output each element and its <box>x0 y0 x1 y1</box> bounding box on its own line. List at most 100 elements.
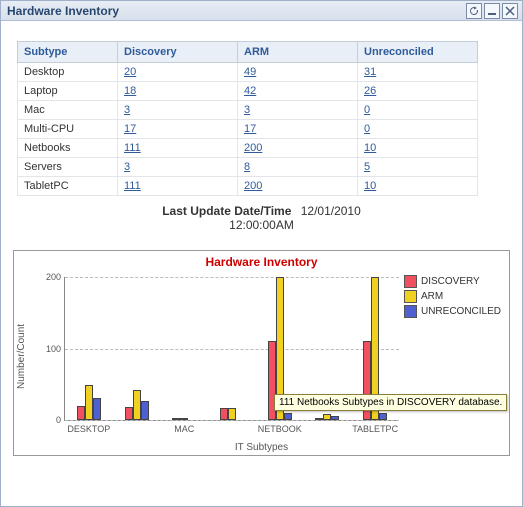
table-row: Multi-CPU 17 17 0 <box>18 120 478 139</box>
bar-arm[interactable] <box>85 385 93 420</box>
cell-subtype: Netbooks <box>18 139 118 158</box>
link-discovery[interactable]: 17 <box>124 123 136 135</box>
bar-unreconciled[interactable] <box>331 416 339 420</box>
chart-legend: DISCOVERY ARM UNRECONCILED <box>404 275 501 320</box>
link-arm[interactable]: 17 <box>244 123 256 135</box>
link-arm[interactable]: 49 <box>244 66 256 78</box>
bar-arm[interactable] <box>323 414 331 420</box>
cell-subtype: Servers <box>18 158 118 177</box>
cell-arm: 49 <box>238 63 358 82</box>
last-update-time: 12:00:00AM <box>229 218 294 232</box>
link-unreconciled[interactable]: 5 <box>364 161 370 173</box>
table-row: Netbooks 111 200 10 <box>18 139 478 158</box>
link-unreconciled[interactable]: 10 <box>364 180 376 192</box>
close-icon[interactable] <box>502 3 518 19</box>
link-unreconciled[interactable]: 0 <box>364 104 370 116</box>
cell-unreconciled: 5 <box>358 158 478 177</box>
link-arm[interactable]: 3 <box>244 104 250 116</box>
cell-discovery: 111 <box>118 177 238 196</box>
bar-discovery[interactable] <box>77 406 85 420</box>
x-tick: TABLETPC <box>352 424 398 434</box>
refresh-icon[interactable] <box>466 3 482 19</box>
col-arm[interactable]: ARM <box>238 42 358 63</box>
cell-subtype: Desktop <box>18 63 118 82</box>
table-row: Laptop 18 42 26 <box>18 82 478 101</box>
hardware-inventory-panel: Hardware Inventory Subtype Discovery ARM… <box>0 0 523 507</box>
x-tick: MAC <box>174 424 194 434</box>
link-discovery[interactable]: 111 <box>124 142 141 154</box>
panel-title: Hardware Inventory <box>7 4 464 18</box>
cell-arm: 42 <box>238 82 358 101</box>
link-arm[interactable]: 42 <box>244 85 256 97</box>
bar-unreconciled[interactable] <box>284 413 292 420</box>
link-unreconciled[interactable]: 10 <box>364 142 376 154</box>
cell-subtype: Laptop <box>18 82 118 101</box>
bar-arm[interactable] <box>180 418 188 420</box>
panel-titlebar: Hardware Inventory <box>1 1 522 21</box>
table-row: Servers 3 8 5 <box>18 158 478 177</box>
bar-unreconciled[interactable] <box>379 413 387 420</box>
bar-discovery[interactable] <box>125 407 133 420</box>
link-discovery[interactable]: 111 <box>124 180 141 192</box>
cell-subtype: TabletPC <box>18 177 118 196</box>
link-discovery[interactable]: 3 <box>124 104 130 116</box>
cell-arm: 3 <box>238 101 358 120</box>
gridline <box>65 277 399 278</box>
chart-tooltip: 111 Netbooks Subtypes in DISCOVERY datab… <box>274 394 507 411</box>
legend-label: ARM <box>421 291 443 302</box>
x-tick: NETBOOK <box>258 424 302 434</box>
y-tick: 0 <box>35 415 61 425</box>
link-discovery[interactable]: 3 <box>124 161 130 173</box>
legend-swatch <box>404 305 417 318</box>
col-discovery[interactable]: Discovery <box>118 42 238 63</box>
link-unreconciled[interactable]: 0 <box>364 123 370 135</box>
link-unreconciled[interactable]: 31 <box>364 66 376 78</box>
cell-unreconciled: 0 <box>358 120 478 139</box>
chart-xlabel: IT Subtypes <box>14 442 509 453</box>
cell-unreconciled: 10 <box>358 177 478 196</box>
y-tick: 100 <box>35 344 61 354</box>
link-discovery[interactable]: 20 <box>124 66 136 78</box>
bar-unreconciled[interactable] <box>93 398 101 420</box>
table-row: TabletPC 111 200 10 <box>18 177 478 196</box>
bar-discovery[interactable] <box>220 408 228 420</box>
bar-unreconciled[interactable] <box>141 401 149 420</box>
panel-content: Subtype Discovery ARM Unreconciled Deskt… <box>1 21 522 250</box>
legend-swatch <box>404 290 417 303</box>
link-discovery[interactable]: 18 <box>124 85 136 97</box>
last-update-label: Last Update Date/Time <box>162 204 291 218</box>
cell-discovery: 20 <box>118 63 238 82</box>
gridline <box>65 349 399 350</box>
table-row: Mac330 <box>18 101 478 120</box>
link-arm[interactable]: 8 <box>244 161 250 173</box>
last-update: Last Update Date/Time 12/01/2010 12:00:0… <box>17 204 506 232</box>
chart-ylabel: Number/Count <box>16 311 28 401</box>
cell-unreconciled: 26 <box>358 82 478 101</box>
col-unreconciled[interactable]: Unreconciled <box>358 42 478 63</box>
col-subtype[interactable]: Subtype <box>18 42 118 63</box>
bar-discovery[interactable] <box>315 418 323 420</box>
bar-arm[interactable] <box>228 408 236 420</box>
legend-label: DISCOVERY <box>421 276 480 287</box>
cell-arm: 17 <box>238 120 358 139</box>
cell-unreconciled: 10 <box>358 139 478 158</box>
chart-container: Hardware Inventory Number/Count IT Subty… <box>13 250 510 456</box>
table-header-row: Subtype Discovery ARM Unreconciled <box>18 42 478 63</box>
y-tick: 200 <box>35 272 61 282</box>
legend-item: ARM <box>404 290 501 303</box>
minimize-icon[interactable] <box>484 3 500 19</box>
legend-item: DISCOVERY <box>404 275 501 288</box>
cell-discovery: 111 <box>118 139 238 158</box>
bar-arm[interactable] <box>133 390 141 420</box>
link-arm[interactable]: 200 <box>244 142 262 154</box>
legend-label: UNRECONCILED <box>421 306 501 317</box>
bar-discovery[interactable] <box>172 418 180 420</box>
link-unreconciled[interactable]: 26 <box>364 85 376 97</box>
cell-unreconciled: 0 <box>358 101 478 120</box>
cell-discovery: 18 <box>118 82 238 101</box>
legend-swatch <box>404 275 417 288</box>
cell-subtype: Multi-CPU <box>18 120 118 139</box>
cell-arm: 8 <box>238 158 358 177</box>
inventory-table: Subtype Discovery ARM Unreconciled Deskt… <box>17 41 478 196</box>
link-arm[interactable]: 200 <box>244 180 262 192</box>
